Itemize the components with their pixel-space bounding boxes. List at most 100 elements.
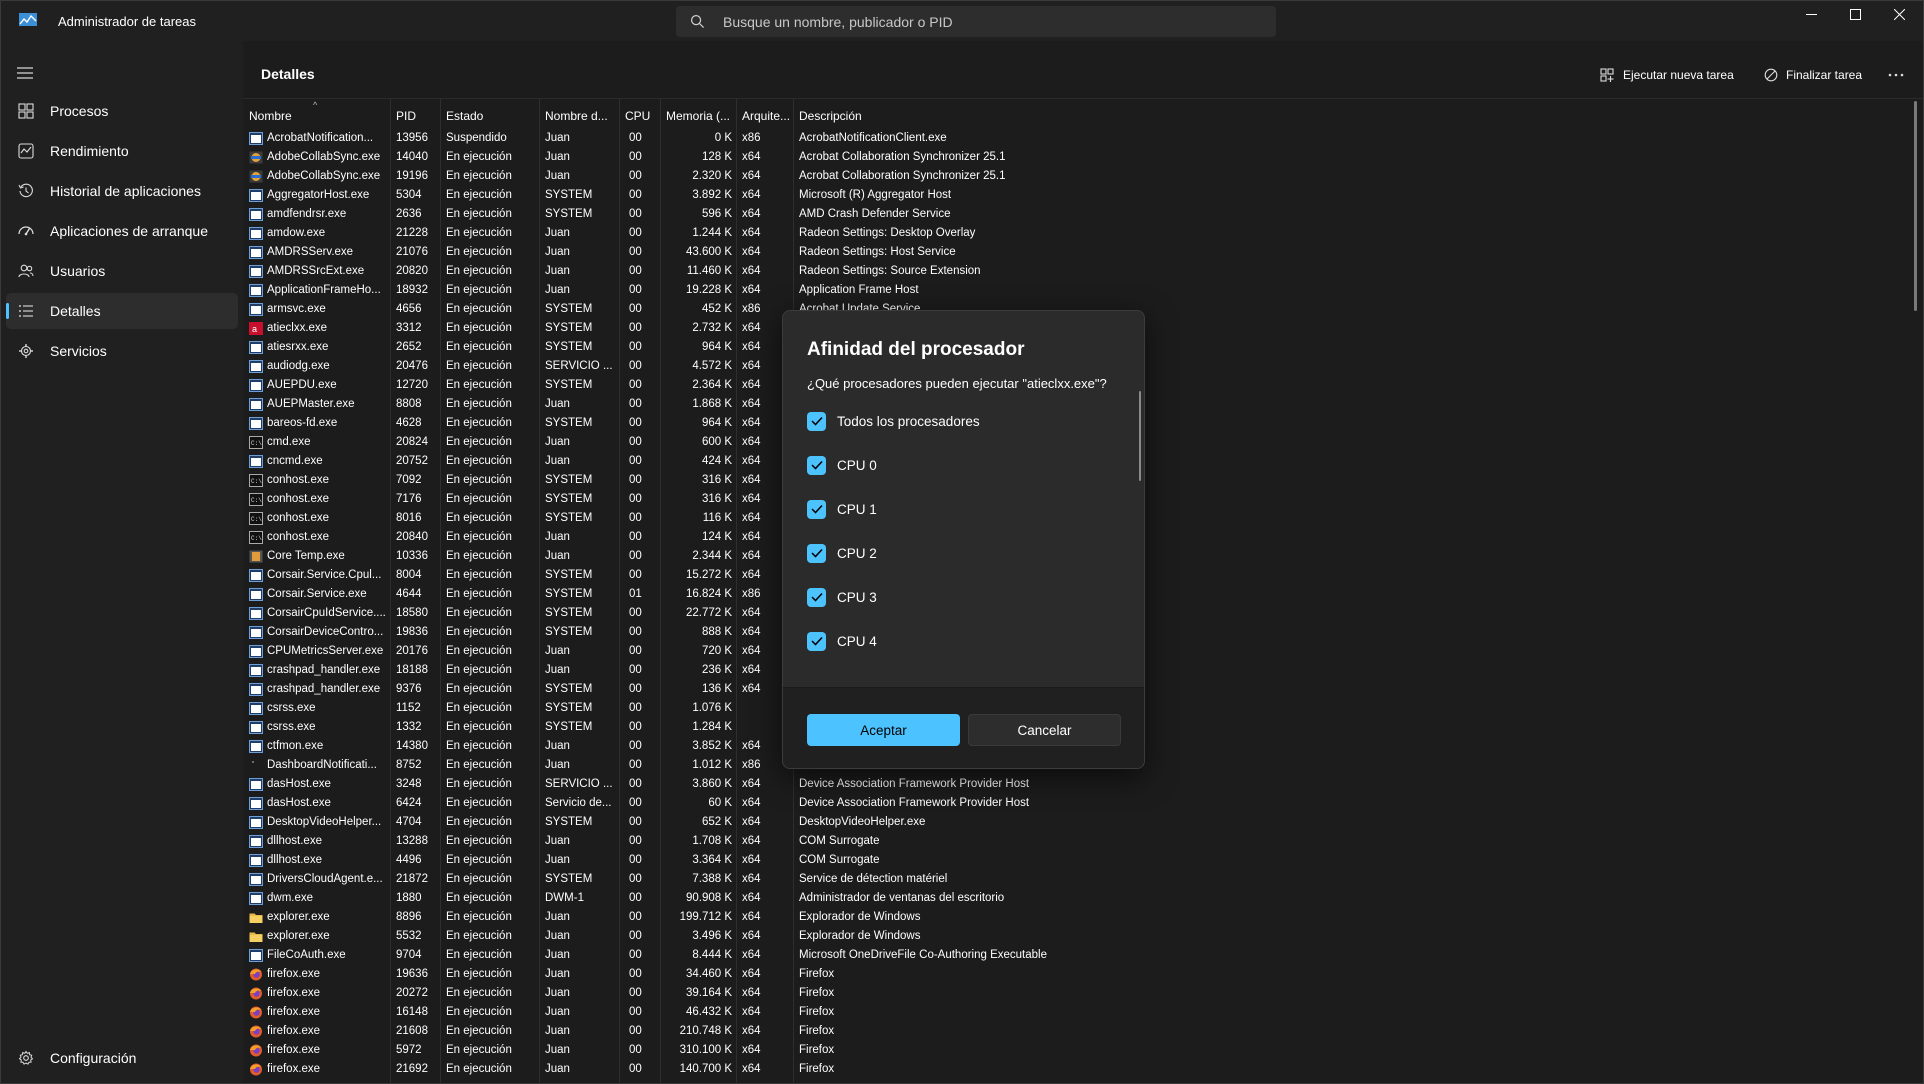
cell-description: AMD Crash Defender Service <box>799 208 951 220</box>
table-row[interactable]: firefox.exe 21608 En ejecución Juan 00 210.74… <box>243 1022 1913 1041</box>
table-scrollbar[interactable] <box>1914 101 1917 311</box>
column-header-memory[interactable]: Memoria (... <box>660 99 736 129</box>
table-row[interactable]: dwm.exe 1880 En ejecución DWM-1 00 90.908 K x6… <box>243 889 1913 908</box>
table-row[interactable]: AMDRSServ.exe 21076 En ejecución Juan 00 43.6… <box>243 243 1913 262</box>
cell-pid: 1880 <box>396 892 422 904</box>
table-row[interactable]: explorer.exe 8896 En ejecución Juan 00 199.71… <box>243 908 1913 927</box>
table-row[interactable]: DesktopVideoHelper... 4704 En ejecución SYS… <box>243 813 1913 832</box>
maximize-button[interactable] <box>1832 1 1878 27</box>
cell-pid: 21872 <box>396 873 428 885</box>
table-row[interactable]: firefox.exe 21692 En ejecución Juan 00 140.70… <box>243 1060 1913 1079</box>
checkbox[interactable] <box>807 543 826 563</box>
accept-button[interactable]: Aceptar <box>807 714 960 746</box>
table-row[interactable]: ApplicationFrameHo... 18932 En ejecución Ju… <box>243 281 1913 300</box>
column-header-status[interactable]: Estado <box>440 99 539 129</box>
table-row[interactable]: amdow.exe 21228 En ejecución Juan 00 1.244 K x… <box>243 224 1913 243</box>
table-row[interactable]: dasHost.exe 3248 En ejecución SERVICIO ... 0… <box>243 775 1913 794</box>
sidebar-item-startup-apps[interactable]: Aplicaciones de arranque <box>6 213 238 249</box>
details-icon <box>19 305 33 317</box>
checkbox-cpu-0[interactable]: CPU 0 <box>807 455 877 475</box>
cell-user: SYSTEM <box>545 208 593 220</box>
table-row[interactable]: AggregatorHost.exe 5304 En ejecución SYSTEM… <box>243 186 1913 205</box>
cell-cpu: 00 <box>629 1006 642 1018</box>
close-button[interactable] <box>1876 1 1922 27</box>
table-row[interactable]: firefox.exe 20272 En ejecución Juan 00 39.164… <box>243 984 1913 1003</box>
table-row[interactable]: DriversCloudAgent.e... 21872 En ejecución S… <box>243 870 1913 889</box>
column-header-user[interactable]: Nombre d... <box>539 99 619 129</box>
table-row[interactable]: firefox.exe 19636 En ejecución Juan 00 34.460… <box>243 965 1913 984</box>
checkbox-cpu-1[interactable]: CPU 1 <box>807 499 877 519</box>
cancel-button[interactable]: Cancelar <box>968 714 1121 746</box>
checkbox[interactable] <box>807 631 826 651</box>
column-header-description[interactable]: Descripción <box>793 99 1393 129</box>
table-row[interactable]: AcrobatNotification... 13956 Suspendido Jua… <box>243 129 1913 148</box>
checkmark-icon <box>810 504 823 514</box>
cell-memory: 210.748 K <box>679 1025 732 1037</box>
checkbox[interactable] <box>807 587 826 607</box>
table-row[interactable]: AMDRSSrcExt.exe 20820 En ejecución Juan 00 11… <box>243 262 1913 281</box>
checkbox[interactable] <box>807 411 826 431</box>
cell-status: En ejecución <box>446 911 512 923</box>
checkbox-cpu-4[interactable]: CPU 4 <box>807 631 877 651</box>
cell-pid: 13288 <box>396 835 428 847</box>
table-row[interactable]: dllhost.exe 13288 En ejecución Juan 00 1.708 … <box>243 832 1913 851</box>
cell-architecture: x64 <box>742 1044 761 1056</box>
table-row[interactable]: amdfendrsr.exe 2636 En ejecución SYSTEM 00 59… <box>243 205 1913 224</box>
cell-cpu: 00 <box>629 436 642 448</box>
processor-affinity-dialog: Afinidad del procesador ¿Qué procesadore… <box>782 310 1145 769</box>
cell-name: CorsairDeviceContro... <box>267 626 384 638</box>
checkbox[interactable] <box>807 455 826 475</box>
sidebar-item-users[interactable]: Usuarios <box>6 253 238 289</box>
cell-memory: 22.772 K <box>685 607 732 619</box>
cell-status: En ejecución <box>446 569 512 581</box>
cell-pid: 20824 <box>396 436 428 448</box>
end-task-label: Finalizar tarea <box>1786 68 1863 82</box>
cell-cpu: 00 <box>629 949 642 961</box>
cell-cpu: 00 <box>629 968 642 980</box>
cell-cpu: 00 <box>629 892 642 904</box>
sidebar-item-performance[interactable]: Rendimiento <box>6 133 238 169</box>
minimize-button[interactable] <box>1788 1 1834 27</box>
dialog-scrollbar[interactable] <box>1139 391 1141 481</box>
cell-user: Juan <box>545 436 570 448</box>
cell-status: En ejecución <box>446 759 512 771</box>
table-row[interactable]: AdobeCollabSync.exe 14040 En ejecución Juan… <box>243 148 1913 167</box>
sidebar-item-services[interactable]: Servicios <box>6 333 238 369</box>
page-title: Detalles <box>261 66 315 82</box>
sidebar-item-settings[interactable]: Configuración <box>6 1040 238 1076</box>
cell-user: Juan <box>545 455 570 467</box>
cell-name: ApplicationFrameHo... <box>267 284 381 296</box>
checkbox-all-processors[interactable]: Todos los procesadores <box>807 411 980 431</box>
cell-memory: 3.892 K <box>692 189 732 201</box>
checkbox-cpu-2[interactable]: CPU 2 <box>807 543 877 563</box>
column-header-cpu[interactable]: CPU <box>619 99 660 129</box>
cell-pid: 21228 <box>396 227 428 239</box>
search-input[interactable] <box>723 6 1263 37</box>
sidebar-item-app-history[interactable]: Historial de aplicaciones <box>6 173 238 209</box>
table-row[interactable]: FileCoAuth.exe 9704 En ejecución Juan 00 8.44… <box>243 946 1913 965</box>
cell-status: En ejecución <box>446 531 512 543</box>
table-row[interactable]: firefox.exe 16148 En ejecución Juan 00 46.432… <box>243 1003 1913 1022</box>
end-task-button[interactable]: Finalizar tarea <box>1764 63 1862 87</box>
run-new-task-button[interactable]: Ejecutar nueva tarea <box>1600 63 1734 87</box>
cell-cpu: 00 <box>629 284 642 296</box>
table-row[interactable]: dllhost.exe 4496 En ejecución Juan 00 3.364 K… <box>243 851 1913 870</box>
search-box[interactable] <box>676 6 1276 37</box>
table-row[interactable]: firefox.exe 5972 En ejecución Juan 00 310.100… <box>243 1041 1913 1060</box>
cell-memory: 39.164 K <box>685 987 732 999</box>
cell-user: Juan <box>545 740 570 752</box>
hamburger-menu-icon[interactable] <box>17 66 33 80</box>
column-header-pid[interactable]: PID <box>390 99 440 129</box>
column-header-architecture[interactable]: Arquite... <box>736 99 793 129</box>
sidebar-item-processes[interactable]: Procesos <box>6 93 238 129</box>
checkbox[interactable] <box>807 499 826 519</box>
table-row[interactable]: explorer.exe 5532 En ejecución Juan 00 3.496 … <box>243 927 1913 946</box>
table-row[interactable]: dasHost.exe 6424 En ejecución Servicio de..… <box>243 794 1913 813</box>
more-options-button[interactable] <box>1883 63 1909 87</box>
column-header-name[interactable]: Nombre ^ <box>243 99 390 129</box>
sidebar-item-details[interactable]: Detalles <box>6 293 238 329</box>
table-row[interactable]: AdobeCollabSync.exe 19196 En ejecución Juan… <box>243 167 1913 186</box>
cell-cpu: 00 <box>629 132 642 144</box>
cell-pid: 4644 <box>396 588 422 600</box>
checkbox-cpu-3[interactable]: CPU 3 <box>807 587 877 607</box>
